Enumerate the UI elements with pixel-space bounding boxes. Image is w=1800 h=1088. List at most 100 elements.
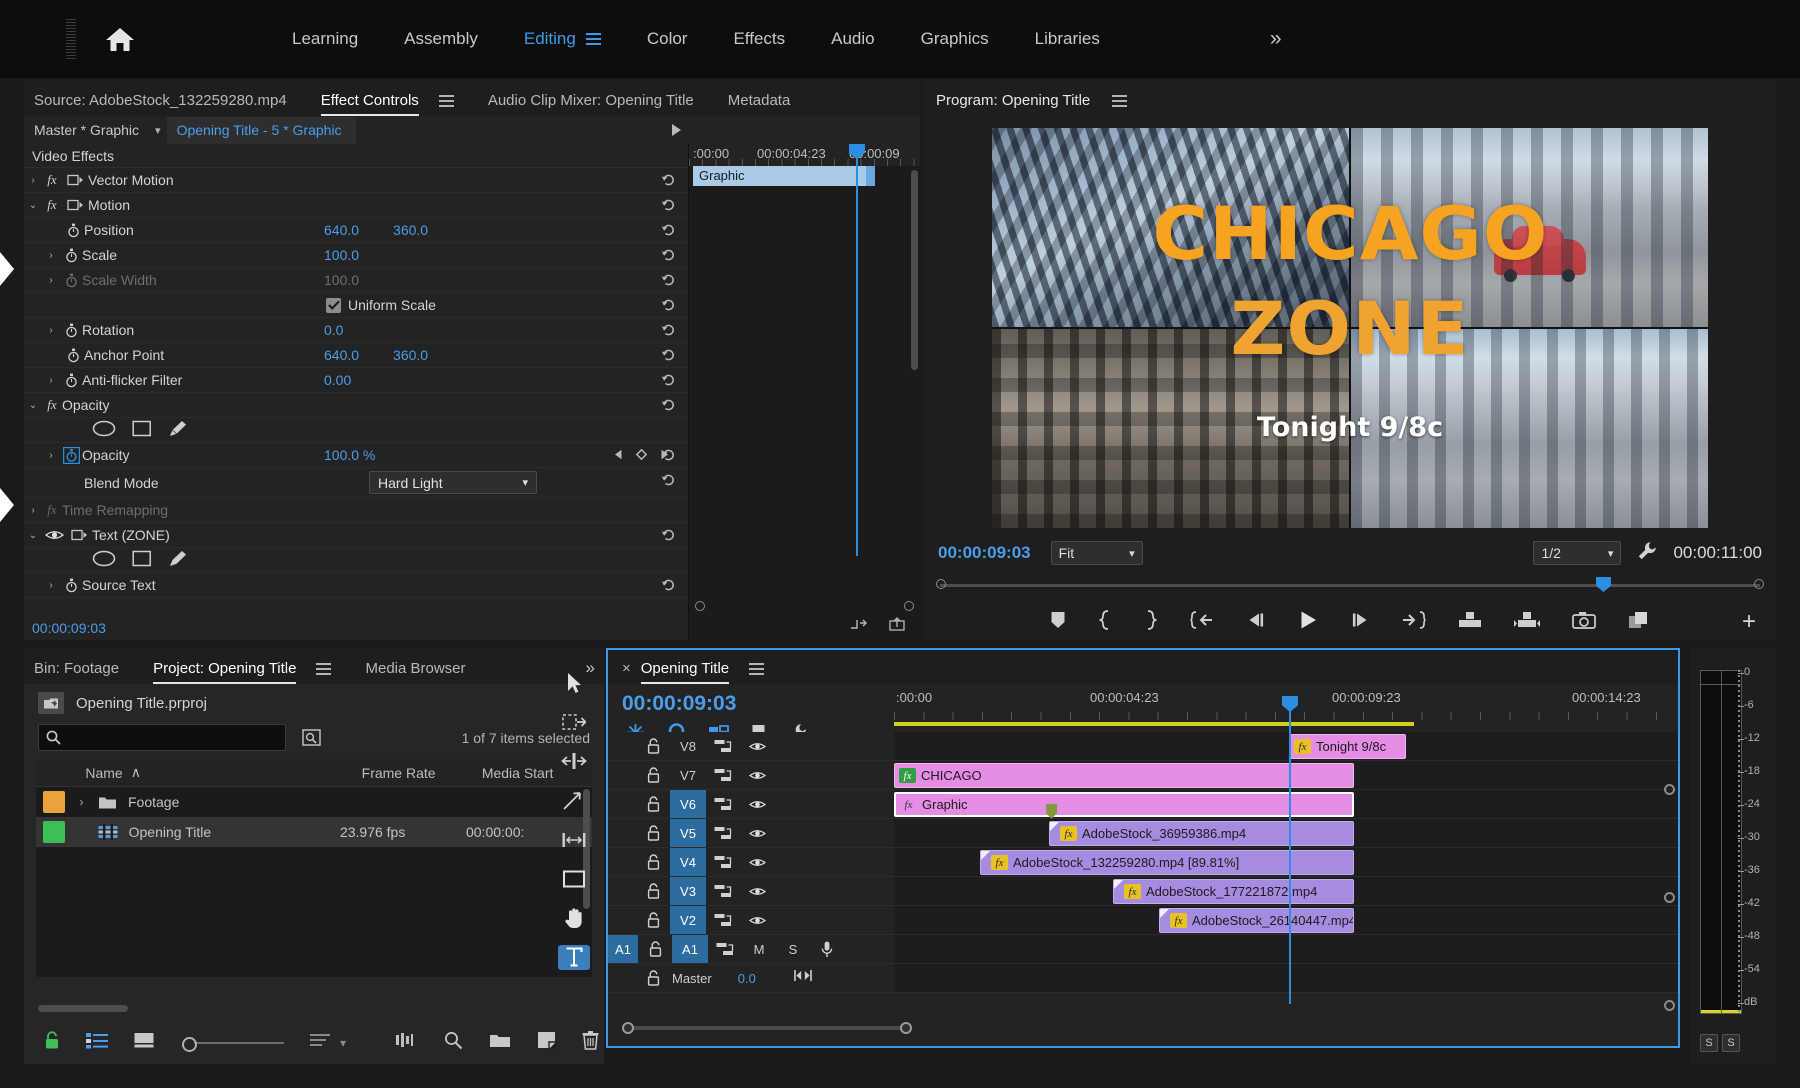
- reset-icon[interactable]: [661, 577, 676, 595]
- scrub-handle-right[interactable]: [1754, 579, 1764, 589]
- param-row-rotation[interactable]: › Rotation 0.0: [24, 318, 688, 343]
- param-row-source-text[interactable]: › Source Text: [24, 573, 688, 598]
- workspace-tab-effects[interactable]: Effects: [733, 29, 785, 49]
- tab-metadata[interactable]: Metadata: [728, 92, 791, 116]
- program-playhead[interactable]: [1596, 577, 1611, 592]
- go-to-in-icon[interactable]: [1190, 611, 1214, 634]
- stopwatch-icon[interactable]: [60, 248, 82, 263]
- playback-resolution-select[interactable]: 1/2 ▾: [1533, 541, 1621, 565]
- track-area-v5[interactable]: fx AdobeStock_36959386.mp4: [894, 819, 1678, 847]
- panel-grip[interactable]: [66, 19, 76, 59]
- master-track-value[interactable]: 0.0: [738, 971, 756, 986]
- lock-track-icon[interactable]: [636, 854, 670, 870]
- timeline-vertical-scrollbar[interactable]: [1666, 784, 1674, 1012]
- track-area-v4[interactable]: fx AdobeStock_132259280.mp4 [89.81%]: [894, 848, 1678, 876]
- button-editor-plus[interactable]: +: [1742, 608, 1756, 636]
- track-name-v3[interactable]: V3: [670, 877, 706, 905]
- ellipse-mask-icon[interactable]: [92, 550, 116, 570]
- zoom-level-select[interactable]: Fit ▾: [1051, 541, 1143, 565]
- find-icon[interactable]: [444, 1031, 463, 1055]
- home-button[interactable]: [98, 17, 142, 61]
- track-name-v4[interactable]: V4: [670, 848, 706, 876]
- toggle-track-output-icon[interactable]: [740, 770, 774, 781]
- microphone-icon[interactable]: [810, 941, 844, 958]
- lock-track-icon[interactable]: [638, 941, 672, 957]
- reset-icon[interactable]: [661, 472, 676, 490]
- solo-button-right[interactable]: S: [1722, 1034, 1740, 1052]
- new-bin-icon[interactable]: [489, 1032, 511, 1054]
- button-editor-icon[interactable]: [1628, 611, 1650, 634]
- track-select-forward-tool[interactable]: [558, 709, 590, 734]
- work-area-bar[interactable]: [894, 722, 1414, 726]
- twirl-source-text-icon[interactable]: ›: [42, 580, 60, 591]
- search-input-wrap[interactable]: [38, 724, 286, 751]
- track-name-v8[interactable]: V8: [670, 732, 706, 760]
- tab-source-monitor[interactable]: Source: AdobeStock_132259280.mp4: [34, 92, 287, 116]
- tab-media-browser[interactable]: Media Browser: [365, 660, 465, 684]
- lock-icon[interactable]: [44, 1031, 60, 1055]
- track-name-v7[interactable]: V7: [670, 761, 706, 789]
- workspace-tab-learning[interactable]: Learning: [292, 29, 358, 49]
- param-row-scale-width[interactable]: › Scale Width 100.0: [24, 268, 688, 293]
- clip-chicago[interactable]: fx CHICAGO: [894, 763, 1354, 788]
- clip-adobestock-36959386[interactable]: fx AdobeStock_36959386.mp4: [1049, 821, 1354, 846]
- toggle-track-output-icon[interactable]: [740, 886, 774, 897]
- chevron-down-icon[interactable]: ▾: [340, 1036, 346, 1050]
- pen-mask-icon[interactable]: [168, 550, 188, 571]
- program-monitor-scrub-track[interactable]: [924, 572, 1776, 598]
- track-area-v6[interactable]: fx Graphic: [894, 790, 1678, 818]
- vscroll-handle-mid[interactable]: [1664, 892, 1675, 903]
- sync-lock-icon[interactable]: [706, 913, 740, 928]
- vscroll-handle-top[interactable]: [1664, 784, 1675, 795]
- timeline-playhead-timecode[interactable]: 00:00:09:03: [608, 684, 894, 716]
- sync-lock-icon[interactable]: [706, 797, 740, 812]
- mark-out-icon[interactable]: [1144, 610, 1158, 635]
- tab-bin-footage[interactable]: Bin: Footage: [34, 660, 119, 684]
- anti-flicker-value[interactable]: 0.00: [324, 372, 351, 388]
- previous-keyframe-icon[interactable]: [614, 447, 623, 463]
- workspace-tab-graphics[interactable]: Graphics: [921, 29, 989, 49]
- hand-tool[interactable]: [558, 906, 590, 931]
- pan-icon[interactable]: [794, 969, 812, 987]
- eye-visibility-icon[interactable]: [42, 529, 66, 541]
- add-keyframe-icon[interactable]: [636, 447, 647, 463]
- tab-sequence-group[interactable]: Opening Title: [641, 660, 764, 684]
- effect-controls-ruler[interactable]: :00:00 00:00:04:23 00:00:09: [689, 144, 920, 166]
- solo-button-left[interactable]: S: [1700, 1034, 1718, 1052]
- extract-icon[interactable]: [1514, 611, 1540, 633]
- twirl-scale-width-icon[interactable]: ›: [42, 275, 60, 286]
- step-back-icon[interactable]: [1246, 612, 1266, 633]
- toggle-track-output-icon[interactable]: [740, 799, 774, 810]
- sync-lock-icon[interactable]: [708, 942, 742, 957]
- param-row-text-zone[interactable]: ⌄ Text (ZONE): [24, 523, 688, 548]
- track-name-v6[interactable]: V6: [670, 790, 706, 818]
- rectangle-tool[interactable]: [558, 866, 590, 891]
- reset-icon[interactable]: [661, 322, 676, 340]
- stopwatch-active-icon[interactable]: [60, 447, 82, 464]
- twirl-footage-icon[interactable]: ›: [75, 795, 88, 809]
- clip-graphic[interactable]: fx Graphic: [894, 792, 1354, 817]
- project-table-horizontal-scrollbar[interactable]: [38, 1005, 128, 1012]
- tab-effect-controls[interactable]: Effect Controls: [321, 92, 419, 116]
- workspace-tab-editing[interactable]: Editing: [524, 29, 576, 49]
- solo-track-button[interactable]: S: [776, 942, 810, 957]
- effect-controls-menu-icon[interactable]: [439, 95, 454, 107]
- timeline-playhead[interactable]: [1289, 710, 1291, 1004]
- clip-adobestock-132259280[interactable]: fx AdobeStock_132259280.mp4 [89.81%]: [980, 850, 1354, 875]
- lock-track-icon[interactable]: [636, 767, 670, 783]
- track-name-a1[interactable]: A1: [672, 935, 708, 963]
- lock-track-icon[interactable]: [636, 912, 670, 928]
- lift-icon[interactable]: [1458, 611, 1482, 633]
- rectangle-mask-icon[interactable]: [132, 420, 152, 440]
- sync-lock-icon[interactable]: [706, 855, 740, 870]
- reset-icon[interactable]: [661, 272, 676, 290]
- clip-adobestock-26140447[interactable]: fx AdobeStock_26140447.mp4: [1159, 908, 1354, 933]
- reset-icon[interactable]: [661, 222, 676, 240]
- icon-view-icon[interactable]: [134, 1032, 154, 1054]
- tab-sequence-opening-title[interactable]: Opening Title: [641, 660, 729, 684]
- search-input[interactable]: [67, 730, 278, 746]
- selected-clip-label[interactable]: Opening Title - 5 * Graphic: [167, 117, 356, 144]
- new-item-icon[interactable]: [537, 1031, 556, 1054]
- tab-project[interactable]: Project: Opening Title: [153, 660, 296, 684]
- uniform-scale-checkbox-group[interactable]: Uniform Scale: [326, 297, 436, 313]
